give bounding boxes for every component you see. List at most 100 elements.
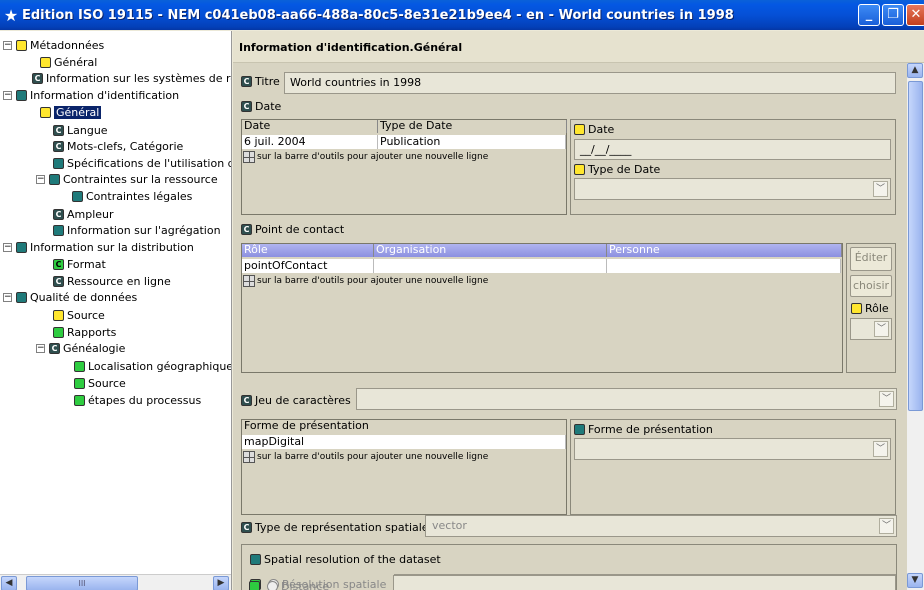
table-row[interactable]: 6 juil. 2004 xyxy=(242,135,378,149)
tree-item-qualite-donnees[interactable]: − Qualité de données xyxy=(3,289,137,305)
charset-select[interactable]: ﹀ xyxy=(356,388,897,410)
optional-marker-icon xyxy=(16,89,27,101)
date-table[interactable]: Date Type de Date 6 juil. 2004 Publicati… xyxy=(241,119,567,215)
collapse-icon[interactable]: − xyxy=(3,90,12,100)
scroll-down-icon[interactable]: ▼ xyxy=(907,573,923,588)
tree-item-rapports[interactable]: Rapports xyxy=(53,324,116,340)
dropdown-arrow-icon[interactable]: ﹀ xyxy=(879,518,894,534)
presentation-column-header[interactable]: Forme de présentation xyxy=(242,420,566,433)
contact-section-label: C Point de contact xyxy=(241,223,344,236)
tree-item-contraintes-ressource[interactable]: − Contraintes sur la ressource xyxy=(36,171,218,187)
spatial-type-select[interactable]: vector ﹀ xyxy=(425,515,897,537)
tree-item-label: Information d'identification xyxy=(30,88,180,102)
scroll-thumb[interactable]: III xyxy=(26,576,138,590)
tree-item-systemes-reference[interactable]: C Information sur les systèmes de ré xyxy=(32,70,231,86)
add-row-icon[interactable] xyxy=(243,451,255,463)
tree-item-genealogie[interactable]: − C Généalogie xyxy=(36,340,125,356)
tree-item-specifications-utilisation[interactable]: Spécifications de l'utilisation de xyxy=(53,155,231,171)
mandatory-marker-icon xyxy=(40,56,51,68)
table-row[interactable]: pointOfContact xyxy=(242,259,374,273)
tree-item-ressource-en-ligne[interactable]: C Ressource en ligne xyxy=(53,273,171,289)
dropdown-arrow-icon[interactable]: ﹀ xyxy=(874,321,889,337)
tree-item-langue[interactable]: C Langue xyxy=(53,122,108,138)
collapse-icon[interactable]: − xyxy=(3,292,12,302)
conditional-marker-icon: C xyxy=(241,101,252,112)
collapse-icon[interactable]: − xyxy=(36,343,45,353)
optional-marker-icon xyxy=(74,394,85,406)
optional-marker-icon xyxy=(16,291,27,303)
distance-option[interactable]: Distance xyxy=(249,580,329,590)
type-date-select[interactable]: ﹀ xyxy=(574,178,891,200)
tree-item-genealogie-source[interactable]: Source xyxy=(74,375,126,391)
dropdown-arrow-icon[interactable]: ﹀ xyxy=(879,391,894,407)
presentation-editor: Forme de présentation ﹀ xyxy=(570,419,896,515)
role-column-header[interactable]: Rôle xyxy=(242,244,374,257)
spatial-type-text: Type de représentation spatiale xyxy=(255,521,429,534)
tree-item-contraintes-legales[interactable]: Contraintes légales xyxy=(72,188,192,204)
tree-item-label: Format xyxy=(67,257,106,271)
table-row[interactable]: Publication xyxy=(378,135,566,149)
tree-item-distribution[interactable]: − Information sur la distribution xyxy=(3,239,194,255)
tree-item-etapes-processus[interactable]: étapes du processus xyxy=(74,392,201,408)
tree-item-source[interactable]: Source xyxy=(53,307,105,323)
scroll-up-icon[interactable]: ▲ xyxy=(907,63,923,78)
close-button[interactable]: ✕ xyxy=(906,4,924,26)
choose-button[interactable]: choisir xyxy=(850,275,892,297)
role-label: Rôle xyxy=(851,302,889,315)
tree-item-format[interactable]: C Format xyxy=(53,256,106,272)
tree-item-general[interactable]: Général xyxy=(40,54,97,70)
distance-input[interactable] xyxy=(393,575,896,590)
distance-text: Distance xyxy=(281,580,330,590)
contact-side-panel: Éditer choisir Rôle ﹀ xyxy=(846,243,896,373)
presentation-select[interactable]: ﹀ xyxy=(574,438,891,460)
role-select[interactable]: ﹀ xyxy=(850,318,892,340)
minimize-button[interactable]: _ xyxy=(858,4,880,26)
scroll-right-icon[interactable]: ▶ xyxy=(213,576,229,590)
tree-horizontal-scrollbar[interactable]: ◀ III ▶ xyxy=(0,574,231,590)
tree-item-localisation[interactable]: Localisation géographique xyxy=(74,358,231,374)
metadata-tree[interactable]: − Métadonnées Général C Information sur … xyxy=(0,31,232,590)
spatial-resolution-title: Spatial resolution of the dataset xyxy=(250,553,441,566)
close-icon: ✕ xyxy=(910,7,922,22)
personne-column-header[interactable]: Personne xyxy=(607,244,842,257)
conditional-marker-icon: C xyxy=(53,208,64,220)
optional-marker-icon xyxy=(250,554,261,565)
collapse-icon[interactable]: − xyxy=(3,40,12,50)
date-column-header[interactable]: Date xyxy=(242,120,378,133)
dropdown-arrow-icon[interactable]: ﹀ xyxy=(873,181,888,197)
edit-button[interactable]: Éditer xyxy=(850,247,892,271)
date-input[interactable]: __/__/____ xyxy=(574,139,891,160)
window-title-bar[interactable]: ★ Edition ISO 19115 - NEM c041eb08-aa66-… xyxy=(0,0,924,30)
table-row[interactable] xyxy=(374,259,607,273)
add-row-icon[interactable] xyxy=(243,275,255,287)
role-text: Rôle xyxy=(865,302,889,315)
tree-item-identification-general[interactable]: Général xyxy=(40,104,102,120)
presentation-editor-text: Forme de présentation xyxy=(588,423,713,436)
collapse-icon[interactable]: − xyxy=(36,174,45,184)
tree-item-metadonnees[interactable]: − Métadonnées xyxy=(3,37,104,53)
contact-table[interactable]: Rôle Organisation Personne pointOfContac… xyxy=(241,243,843,373)
tree-item-label: Contraintes légales xyxy=(86,189,193,203)
maximize-button[interactable]: ❐ xyxy=(882,4,904,26)
scroll-left-icon[interactable]: ◀ xyxy=(1,576,17,590)
tree-item-mots-clefs[interactable]: C Mots-clefs, Catégorie xyxy=(53,138,183,154)
collapse-icon[interactable]: − xyxy=(3,242,12,252)
table-row[interactable]: mapDigital xyxy=(242,435,566,449)
presentation-table[interactable]: Forme de présentation mapDigital sur la … xyxy=(241,419,567,515)
vertical-scrollbar[interactable]: ▲ ▼ xyxy=(907,63,924,590)
type-date-column-header[interactable]: Type de Date xyxy=(378,120,567,133)
dropdown-arrow-icon[interactable]: ﹀ xyxy=(873,441,888,457)
titre-input[interactable]: World countries in 1998 xyxy=(284,72,896,94)
tree-item-identification[interactable]: − Information d'identification xyxy=(3,87,179,103)
table-row[interactable] xyxy=(607,259,841,273)
window-title: Edition ISO 19115 - NEM c041eb08-aa66-48… xyxy=(22,7,734,23)
add-row-hint: sur la barre d'outils pour ajouter une n… xyxy=(243,451,488,463)
add-row-icon[interactable] xyxy=(243,151,255,163)
titre-label: C Titre xyxy=(241,75,280,88)
radio-button[interactable] xyxy=(267,581,278,590)
scroll-thumb[interactable] xyxy=(908,81,923,411)
add-row-text: sur la barre d'outils pour ajouter une n… xyxy=(257,152,489,162)
tree-item-aggregation[interactable]: Information sur l'agrégation xyxy=(53,222,221,238)
organisation-column-header[interactable]: Organisation xyxy=(374,244,607,257)
tree-item-ampleur[interactable]: C Ampleur xyxy=(53,206,114,222)
